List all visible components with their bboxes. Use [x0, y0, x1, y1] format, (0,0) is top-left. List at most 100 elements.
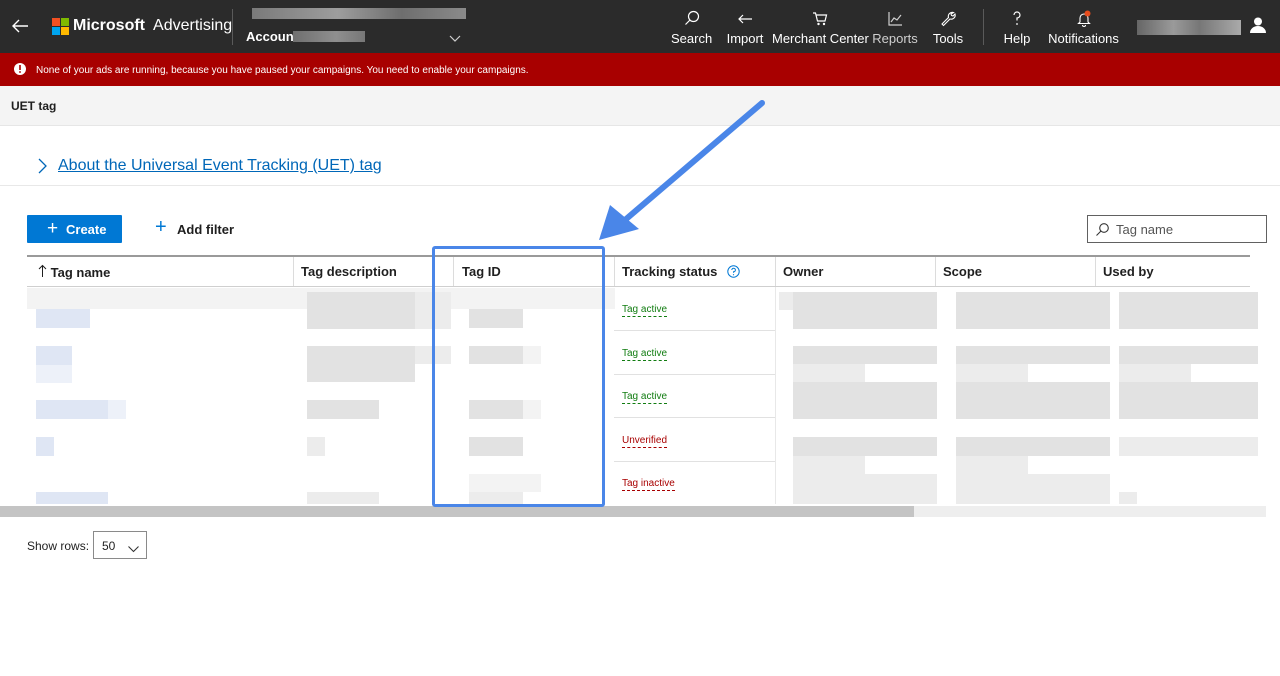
- rows-per-page-value: 50: [102, 539, 116, 553]
- redacted-owner: [793, 364, 865, 382]
- column-header-tag-name[interactable]: Tag name: [38, 264, 110, 280]
- nav-merchant-center[interactable]: Merchant Center: [772, 9, 869, 49]
- redacted-tag-description: [307, 400, 379, 419]
- column-header-label: Tracking status: [622, 264, 718, 279]
- plus-icon: +: [47, 218, 59, 239]
- redacted-owner: [793, 292, 937, 329]
- error-icon: [13, 62, 27, 76]
- nav-tools[interactable]: Tools: [930, 9, 966, 49]
- alert-banner: None of your ads are running, because yo…: [0, 53, 1280, 86]
- header-divider-2: [983, 9, 984, 45]
- column-header-owner[interactable]: Owner: [783, 264, 823, 279]
- search-icon: [671, 9, 712, 29]
- redacted-tag-name[interactable]: [36, 346, 72, 365]
- redacted-scope: [956, 456, 1028, 474]
- redacted-tag-description: [307, 346, 415, 382]
- question-icon: [1001, 9, 1033, 29]
- redacted-owner: [779, 292, 793, 310]
- nav-reports-label: Reports: [872, 31, 918, 46]
- redacted-tag-name[interactable]: [36, 309, 90, 328]
- page-title: UET tag: [11, 99, 57, 113]
- nav-notifications[interactable]: Notifications: [1047, 9, 1120, 49]
- redacted-scope: [956, 382, 1110, 419]
- tracking-status-active[interactable]: Tag active: [622, 391, 668, 404]
- redacted-scope: [956, 474, 1110, 504]
- chevron-down-icon[interactable]: [448, 31, 462, 42]
- redacted-scope: [956, 364, 1028, 382]
- redacted-used-by: [1119, 364, 1191, 382]
- redacted-scope: [956, 437, 1110, 456]
- alert-message: None of your ads are running, because yo…: [36, 65, 529, 76]
- nav-notifications-label: Notifications: [1048, 31, 1119, 46]
- column-header-label: Tag name: [50, 265, 111, 280]
- account-label[interactable]: Account: [246, 29, 298, 44]
- redacted-owner: [793, 346, 937, 364]
- redacted-used-by: [1119, 382, 1258, 419]
- redacted-tag-name: [108, 400, 126, 419]
- bell-icon: [1047, 9, 1120, 29]
- brand-name[interactable]: Microsoft Advertising: [73, 17, 232, 35]
- create-button-label: Create: [66, 222, 107, 237]
- about-uet-link[interactable]: About the Universal Event Tracking (UET)…: [58, 157, 382, 175]
- account-id-redacted: [293, 31, 365, 42]
- header-divider: [232, 9, 233, 45]
- redacted-tag-description: [307, 292, 415, 329]
- redacted-scope: [956, 346, 1110, 364]
- create-button[interactable]: + Create: [27, 215, 122, 243]
- chart-icon: [872, 9, 918, 29]
- redacted-tag-name[interactable]: [36, 400, 108, 419]
- column-header-tracking-status[interactable]: Tracking status: [622, 264, 740, 279]
- row-divider: [614, 374, 775, 375]
- chevron-right-icon[interactable]: [36, 157, 48, 175]
- help-icon[interactable]: [727, 265, 740, 278]
- row-divider: [614, 461, 775, 462]
- redacted-used-by: [1119, 437, 1258, 456]
- column-divider: [775, 287, 776, 504]
- redacted-owner: [793, 474, 937, 504]
- nav-help[interactable]: Help: [1001, 9, 1033, 49]
- redacted-tag-name[interactable]: [36, 437, 54, 456]
- cart-icon: [772, 9, 868, 29]
- column-separator[interactable]: [935, 257, 936, 286]
- column-header-used-by[interactable]: Used by: [1103, 264, 1154, 279]
- horizontal-scrollbar-thumb[interactable]: [0, 506, 914, 517]
- column-separator[interactable]: [775, 257, 776, 286]
- row-divider: [614, 330, 775, 331]
- search-input[interactable]: [1116, 221, 1261, 238]
- tracking-status-active[interactable]: Tag active: [622, 348, 668, 361]
- tracking-status-active[interactable]: Tag active: [622, 304, 668, 317]
- tag-name-search[interactable]: [1087, 215, 1267, 243]
- column-separator[interactable]: [614, 257, 615, 286]
- nav-import[interactable]: Import: [724, 9, 766, 49]
- nav-search[interactable]: Search: [671, 9, 712, 49]
- brand-name-microsoft: Microsoft: [73, 17, 145, 34]
- avatar-icon[interactable]: [1247, 14, 1269, 36]
- redacted-tag-name[interactable]: [36, 492, 108, 504]
- tracking-status-unverified[interactable]: Unverified: [622, 435, 668, 448]
- redacted-scope: [956, 292, 1110, 329]
- back-arrow-icon[interactable]: [8, 14, 32, 38]
- import-icon: [724, 9, 766, 29]
- column-separator[interactable]: [293, 257, 294, 286]
- plus-icon: +: [155, 216, 167, 238]
- nav-reports[interactable]: Reports: [872, 9, 918, 49]
- brand-name-product: Advertising: [153, 17, 233, 34]
- column-separator[interactable]: [1095, 257, 1096, 286]
- uet-tag-page: Microsoft Advertising Account Search Imp…: [0, 0, 1280, 676]
- nav-merchant-center-label: Merchant Center: [772, 31, 869, 46]
- redacted-tag-description: [307, 492, 379, 504]
- tracking-status-inactive[interactable]: Tag inactive: [622, 478, 675, 491]
- redacted-used-by: [1119, 292, 1258, 329]
- redacted-owner: [793, 456, 865, 474]
- column-header-tag-description[interactable]: Tag description: [301, 264, 397, 279]
- user-name-redacted: [1137, 20, 1241, 35]
- annotation-highlight-box: [432, 246, 605, 507]
- table-header-border: [27, 286, 1250, 287]
- rows-per-page-select[interactable]: 50: [93, 531, 147, 559]
- nav-search-label: Search: [671, 31, 713, 46]
- redacted-tag-name: [36, 365, 72, 383]
- column-header-scope[interactable]: Scope: [943, 264, 982, 279]
- nav-help-label: Help: [1003, 31, 1031, 46]
- redacted-tag-description: [307, 437, 325, 456]
- row-divider: [614, 417, 775, 418]
